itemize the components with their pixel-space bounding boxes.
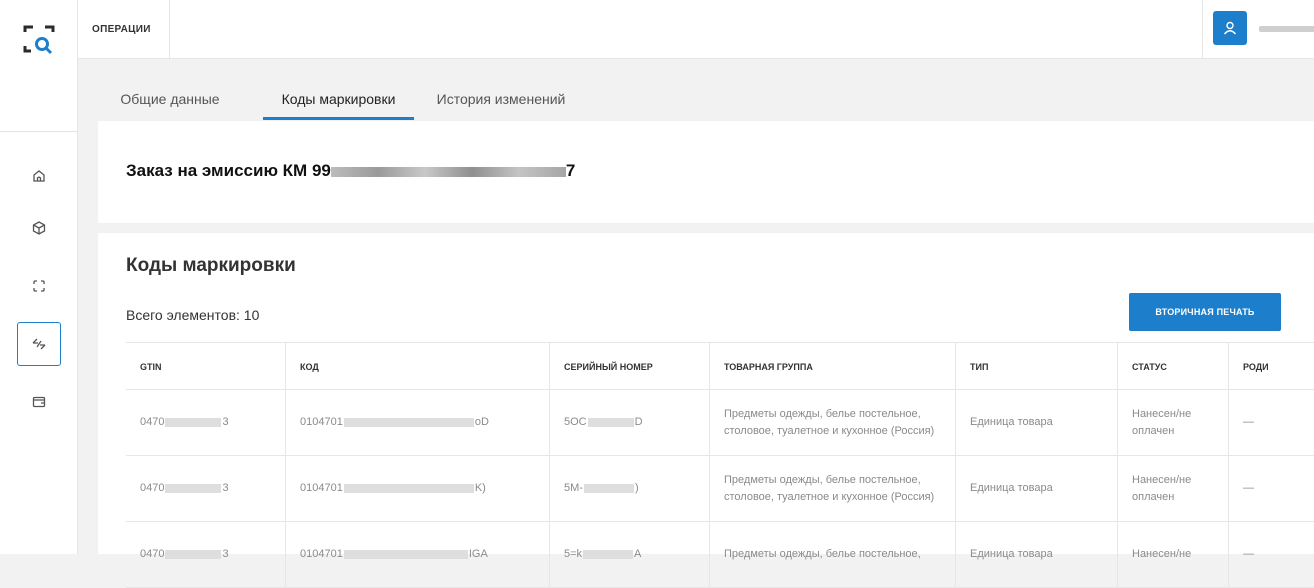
order-title: Заказ на эмиссию КМ 99 7 (126, 161, 575, 181)
sidebar-divider (0, 131, 78, 132)
codes-table: GTIN КОД СЕРИЙНЫЙ НОМЕР ТОВАРНАЯ ГРУППА … (126, 342, 1314, 588)
user-icon (1223, 21, 1237, 35)
cell-product-group: Предметы одежды, белье постельное, (710, 522, 956, 587)
sidebar (0, 0, 78, 554)
table-row[interactable]: 0470 3 0104701 oD 5OC D Предметы одежды, бе… (126, 390, 1314, 456)
cell-status: Нанесен/не оплачен (1118, 390, 1229, 455)
cell-code: 0104701 K) (286, 456, 550, 521)
column-serial[interactable]: СЕРИЙНЫЙ НОМЕР (550, 343, 710, 390)
top-bar: ОПЕРАЦИИ (78, 0, 1314, 59)
cell-code: 0104701 oD (286, 390, 550, 455)
cell-gtin: 0470 3 (126, 522, 286, 587)
cell-serial: 5=k A (550, 522, 710, 587)
table-row[interactable]: 0470 3 0104701 K) 5M-) Предметы одежды, бе… (126, 456, 1314, 522)
cell-serial: 5OC D (550, 390, 710, 455)
arrows-swap-icon (32, 338, 46, 350)
secondary-print-button[interactable]: ВТОРИЧНАЯ ПЕЧАТЬ (1129, 293, 1281, 331)
cell-status: Нанесен/не оплачен (1118, 456, 1229, 521)
sidebar-item-wallet[interactable] (17, 380, 61, 424)
cell-code: 0104701 IGA (286, 522, 550, 587)
codes-card: Коды маркировки Всего элементов: 10 ВТОР… (98, 233, 1314, 588)
section-label: ОПЕРАЦИИ (78, 0, 170, 58)
cell-parent: — (1243, 548, 1254, 560)
table-row[interactable]: 0470 3 0104701 IGA 5=k A Предметы одежды, б… (126, 522, 1314, 588)
cell-parent: — (1243, 416, 1254, 428)
sidebar-item-operations[interactable] (17, 322, 61, 366)
order-card: Заказ на эмиссию КМ 99 7 (98, 121, 1314, 223)
user-name-redacted (1259, 26, 1314, 32)
tab-marking-codes[interactable]: Коды маркировки (263, 82, 414, 120)
cell-gtin: 0470 3 (126, 456, 286, 521)
column-product-group[interactable]: ТОВАРНАЯ ГРУППА (710, 343, 956, 390)
user-menu[interactable] (1202, 0, 1314, 58)
tab-history[interactable]: История изменений (426, 82, 576, 120)
cell-product-group: Предметы одежды, белье постельное, столо… (710, 390, 956, 455)
cell-status: Нанесен/не (1118, 522, 1229, 587)
cell-type: Единица товара (956, 456, 1118, 521)
cell-parent: — (1243, 482, 1254, 494)
sidebar-item-products[interactable] (17, 206, 61, 250)
section-title: Коды маркировки (126, 255, 296, 276)
cell-gtin: 0470 3 (126, 390, 286, 455)
home-icon (33, 170, 45, 182)
column-type[interactable]: ТИП (956, 343, 1118, 390)
total-count: Всего элементов: 10 (126, 307, 260, 323)
cell-type: Единица товара (956, 390, 1118, 455)
box-icon (32, 221, 46, 235)
column-parent[interactable]: РОДИ (1229, 343, 1314, 390)
logo-icon (23, 25, 55, 55)
sidebar-item-scan[interactable] (17, 264, 61, 308)
cell-serial: 5M-) (550, 456, 710, 521)
order-title-prefix: Заказ на эмиссию КМ 99 (126, 161, 331, 180)
wallet-icon (32, 396, 46, 408)
column-code[interactable]: КОД (286, 343, 550, 390)
column-gtin[interactable]: GTIN (126, 343, 286, 390)
app-logo[interactable] (19, 22, 59, 62)
table-header: GTIN КОД СЕРИЙНЫЙ НОМЕР ТОВАРНАЯ ГРУППА … (126, 342, 1314, 390)
cell-type: Единица товара (956, 522, 1118, 587)
order-title-suffix: 7 (565, 161, 576, 180)
scan-frame-icon (33, 280, 45, 292)
column-status[interactable]: СТАТУС (1118, 343, 1229, 390)
tab-general[interactable]: Общие данные (110, 82, 230, 120)
sidebar-item-home[interactable] (17, 154, 61, 198)
cell-product-group: Предметы одежды, белье постельное, столо… (710, 456, 956, 521)
order-id-redacted (330, 166, 566, 177)
avatar[interactable] (1213, 11, 1247, 45)
